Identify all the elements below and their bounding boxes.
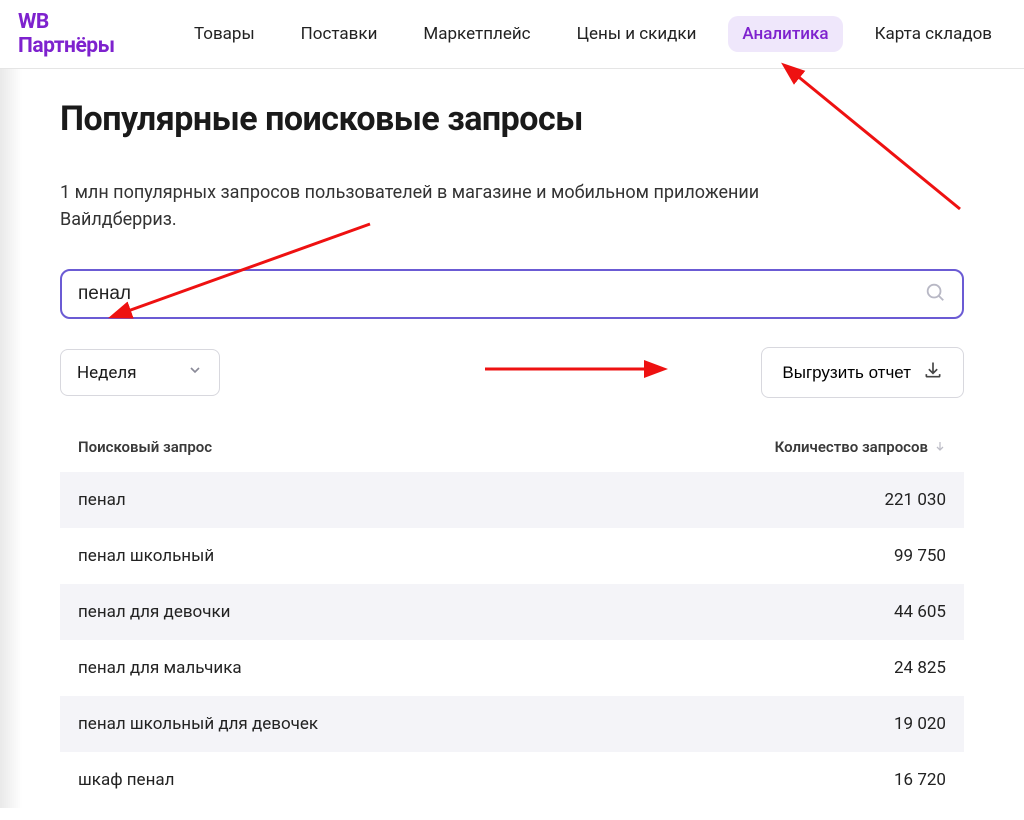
table-header: Поисковый запрос Количество запросов (60, 438, 964, 472)
page-lead: 1 млн популярных запросов пользователей … (60, 179, 820, 233)
cell-count: 221 030 (884, 490, 946, 510)
sort-arrow-icon (934, 438, 946, 456)
nav-item-marketplace[interactable]: Маркетплейс (409, 16, 544, 52)
cell-query: пенал школьный для девочек (78, 714, 318, 734)
cell-count: 99 750 (894, 546, 946, 566)
cell-count: 19 020 (894, 714, 946, 734)
page-title: Популярные поисковые запросы (60, 99, 964, 139)
cell-query: пенал (78, 490, 126, 510)
chevron-down-icon (187, 362, 203, 383)
table-row[interactable]: пенал для мальчика 24 825 (60, 640, 964, 696)
table-row[interactable]: шкаф пенал 16 720 (60, 752, 964, 808)
cell-query: шкаф пенал (78, 770, 174, 790)
cell-query: пенал для мальчика (78, 658, 242, 678)
period-select[interactable]: Неделя (60, 349, 220, 396)
export-report-button[interactable]: Выгрузить отчет (761, 347, 964, 398)
cell-count: 44 605 (894, 602, 946, 622)
table-row[interactable]: пенал 221 030 (60, 472, 964, 528)
page-body: Популярные поисковые запросы 1 млн попул… (0, 69, 1024, 808)
nav-item-warehouses[interactable]: Карта складов (861, 16, 1006, 52)
top-nav: WB Партнёры Товары Поставки Маркетплейс … (0, 0, 1024, 69)
search-field[interactable] (60, 269, 964, 319)
period-select-value: Неделя (77, 363, 137, 383)
controls-row: Неделя Выгрузить отчет (60, 347, 964, 398)
export-button-label: Выгрузить отчет (782, 363, 911, 383)
nav-item-goods[interactable]: Товары (180, 16, 269, 52)
table-row[interactable]: пенал школьный для девочек 19 020 (60, 696, 964, 752)
th-query[interactable]: Поисковый запрос (78, 438, 212, 456)
table-row[interactable]: пенал школьный 99 750 (60, 528, 964, 584)
nav-item-supplies[interactable]: Поставки (287, 16, 392, 52)
search-icon (924, 281, 946, 307)
cell-query: пенал для девочки (78, 602, 231, 622)
cell-count: 16 720 (894, 770, 946, 790)
th-count-label: Количество запросов (775, 438, 928, 456)
left-shadow (0, 69, 22, 808)
nav-item-pricing[interactable]: Цены и скидки (563, 16, 711, 52)
cell-count: 24 825 (894, 658, 946, 678)
nav-item-analytics[interactable]: Аналитика (728, 16, 842, 52)
cell-query: пенал школьный (78, 546, 214, 566)
search-input[interactable] (78, 283, 924, 305)
logo: WB Партнёры (18, 10, 134, 58)
table-body: пенал 221 030 пенал школьный 99 750 пена… (60, 472, 964, 808)
table-row[interactable]: пенал для девочки 44 605 (60, 584, 964, 640)
th-count[interactable]: Количество запросов (775, 438, 946, 456)
download-icon (923, 360, 943, 385)
